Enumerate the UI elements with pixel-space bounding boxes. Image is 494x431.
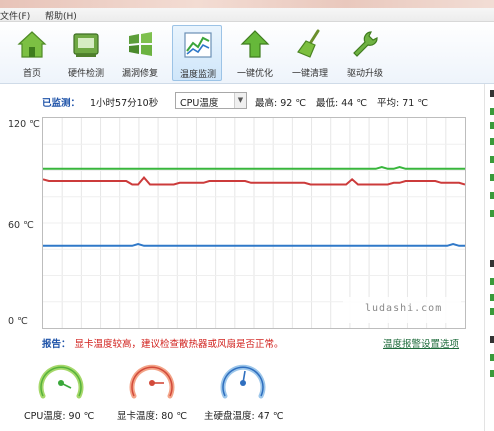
wrench-icon xyxy=(353,31,378,57)
temperature-chart: ludashi.com xyxy=(42,117,466,329)
toolbar-optimize-button[interactable]: 一键优化 xyxy=(230,25,280,81)
toolbar-patch-label: 漏洞修复 xyxy=(121,69,158,79)
avg-temperature: 平均: 71 ℃ xyxy=(377,98,428,109)
panel-mark xyxy=(490,370,494,377)
y-tick-label: 120 ℃ xyxy=(8,119,40,130)
menu-bar: 文件(F) 帮助(H) xyxy=(0,8,494,22)
sensor-select[interactable]: CPU温度 ▼ xyxy=(175,92,247,109)
broom-icon xyxy=(297,29,320,58)
report-line: 报告： 显卡温度较高，建议检查散热器或风扇是否正常。 xyxy=(42,336,284,350)
toolbar-hardware-button[interactable]: 硬件检测 xyxy=(61,25,111,81)
main-toolbar: 首页 硬件检测 漏洞修复 温度监测 一键优化 一键清理 驱动升级 xyxy=(0,22,494,84)
max-temperature: 最高: 92 ℃ xyxy=(255,98,306,109)
gpu-temperature-label: 显卡温度: 80 ℃ xyxy=(117,411,187,422)
home-icon xyxy=(17,31,47,58)
panel-mark xyxy=(490,354,494,361)
optimize-arrow-icon xyxy=(240,30,270,58)
panel-mark xyxy=(490,192,494,199)
y-tick-label: 0 ℃ xyxy=(8,316,28,327)
report-label: 报告： xyxy=(42,339,71,350)
monitor-status-bar: 已监测： 1小时57分10秒 CPU温度 ▼ 最高: 92 ℃ 最低: 44 ℃… xyxy=(0,92,480,110)
cpu-temperature-label: CPU温度: 90 ℃ xyxy=(24,411,95,422)
report-message: 显卡温度较高，建议检查散热器或风扇是否正常。 xyxy=(74,339,284,350)
right-side-panel-edge xyxy=(484,84,494,431)
y-tick-label: 60 ℃ xyxy=(8,220,34,231)
windows-patch-icon xyxy=(129,32,152,56)
watermark-text: ludashi.com xyxy=(365,303,443,314)
panel-mark xyxy=(490,156,494,163)
hardware-icon xyxy=(73,33,99,57)
chevron-down-icon[interactable]: ▼ xyxy=(234,93,246,108)
panel-mark xyxy=(490,174,494,181)
sensor-select-value: CPU温度 xyxy=(180,98,219,109)
min-temperature: 最低: 44 ℃ xyxy=(316,98,367,109)
panel-mark xyxy=(490,260,494,267)
cpu-gauge xyxy=(38,364,84,399)
panel-mark xyxy=(490,90,494,97)
menu-file[interactable]: 文件(F) xyxy=(0,9,30,22)
panel-mark xyxy=(490,336,494,343)
panel-mark xyxy=(490,308,494,315)
disk-gauge xyxy=(220,364,266,399)
panel-mark xyxy=(490,278,494,285)
gpu-gauge xyxy=(129,364,175,399)
temperature-chart-icon xyxy=(184,32,212,58)
alarm-settings-link[interactable]: 温度报警设置选项 xyxy=(383,336,459,350)
toolbar-driver-label: 驱动升级 xyxy=(346,69,383,79)
toolbar-patch-button[interactable]: 漏洞修复 xyxy=(115,25,165,81)
disk-temperature-label: 主硬盘温度: 47 ℃ xyxy=(204,411,284,422)
panel-mark xyxy=(490,122,494,129)
watermark: ludashi.com xyxy=(343,297,461,323)
toolbar-clean-button[interactable]: 一键清理 xyxy=(285,25,335,81)
panel-mark xyxy=(490,294,494,301)
panel-mark xyxy=(490,210,494,217)
monitored-duration: 1小时57分10秒 xyxy=(90,98,159,109)
toolbar-driver-button[interactable]: 驱动升级 xyxy=(340,25,390,81)
panel-mark xyxy=(490,138,494,145)
monitored-label: 已监测： xyxy=(42,98,81,109)
menu-help[interactable]: 帮助(H) xyxy=(45,9,77,22)
toolbar-home-button[interactable]: 首页 xyxy=(7,25,57,81)
toolbar-temperature-button[interactable]: 温度监测 xyxy=(172,25,222,81)
window-top-strip xyxy=(0,0,494,8)
panel-mark xyxy=(490,108,494,115)
